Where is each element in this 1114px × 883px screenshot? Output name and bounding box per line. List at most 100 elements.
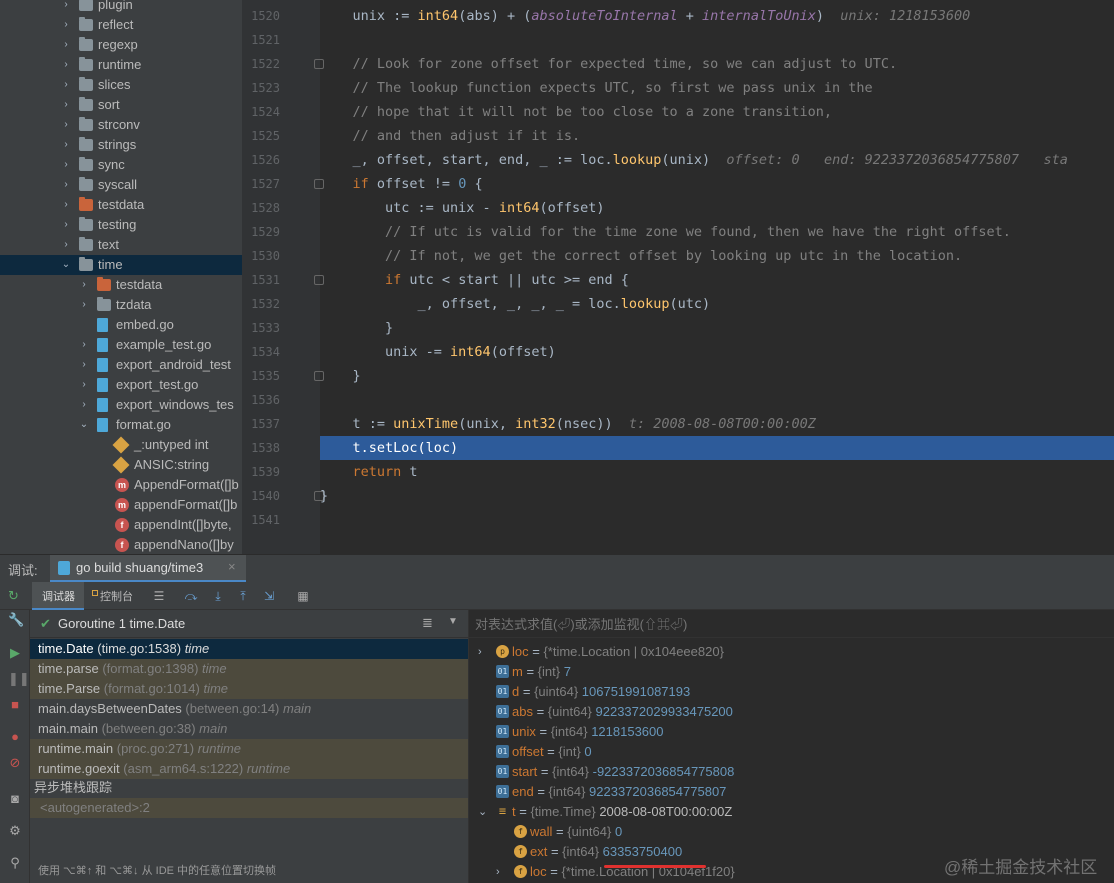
tree-item[interactable]: m AppendFormat([]b (0, 475, 242, 495)
tab-console[interactable]: 控制台 (92, 582, 142, 610)
variable-row[interactable]: 01 unix = {int64} 1218153600 (470, 722, 1110, 742)
tree-item[interactable]: ANSIC:string (0, 455, 242, 475)
close-icon[interactable]: × (228, 559, 236, 574)
variable-row[interactable]: 01 m = {int} 7 (470, 662, 1110, 682)
tab-debug-session[interactable]: go build shuang/time3 × (50, 555, 246, 582)
tree-item[interactable]: › syscall (0, 175, 242, 195)
step-over-icon[interactable]: ⤼ (184, 589, 198, 603)
code-line-1538-current[interactable]: t.setLoc(loc) (320, 436, 1114, 460)
code-line-1536[interactable] (320, 388, 1114, 412)
tree-item[interactable]: › testdata (0, 275, 242, 295)
stack-frame[interactable]: main.main (between.go:38) main (30, 719, 468, 739)
menu-icon[interactable]: ☰ (152, 589, 166, 603)
tree-item[interactable]: › export_android_test (0, 355, 242, 375)
tree-item[interactable]: › testing (0, 215, 242, 235)
tree-item[interactable]: › regexp (0, 35, 242, 55)
chevron-right-icon[interactable]: › (60, 155, 72, 175)
tree-item[interactable]: › strconv (0, 115, 242, 135)
chevron-down-icon[interactable]: ▼ (448, 616, 458, 627)
code-line-1521[interactable] (320, 28, 1114, 52)
code-line-1528[interactable]: utc := unix - int64(offset) (320, 196, 1114, 220)
code-line-1524[interactable]: // hope that it will not be too close to… (320, 100, 1114, 124)
tree-item[interactable]: ⌄ time (0, 255, 242, 275)
stack-frame[interactable]: time.Date (time.go:1538) time (30, 639, 468, 659)
stack-frame[interactable]: time.parse (format.go:1398) time (30, 659, 468, 679)
tree-item[interactable]: › export_windows_tes (0, 395, 242, 415)
code-line-1527[interactable]: if offset != 0 { (320, 172, 1114, 196)
step-into-icon[interactable]: ⤓ (211, 589, 225, 603)
camera-icon[interactable]: ◙ (8, 792, 22, 806)
tree-item[interactable]: › runtime (0, 55, 242, 75)
chevron-down-icon[interactable]: ⌄ (60, 255, 72, 275)
pause-icon[interactable]: ❚❚ (8, 672, 30, 686)
code-line-1525[interactable]: // and then adjust if it is. (320, 124, 1114, 148)
wrench-icon[interactable]: 🔧 (8, 612, 24, 628)
code-line-1520[interactable]: unix := int64(abs) + (absoluteToInternal… (320, 4, 1114, 28)
tree-item[interactable]: › slices (0, 75, 242, 95)
chevron-right-icon[interactable]: › (60, 0, 72, 15)
variable-row[interactable]: 01 start = {int64} -9223372036854775808 (470, 762, 1110, 782)
tree-item[interactable]: › reflect (0, 15, 242, 35)
step-out-icon[interactable]: ⤒ (236, 589, 250, 603)
tree-item[interactable]: › strings (0, 135, 242, 155)
chevron-down-icon[interactable]: ⌄ (78, 415, 90, 435)
chevron-right-icon[interactable]: › (78, 355, 90, 375)
autogen-frame[interactable]: <autogenerated>:2 (30, 798, 468, 818)
tree-item[interactable]: › testdata (0, 195, 242, 215)
variable-row[interactable]: 01 end = {int64} 9223372036854775807 (470, 782, 1110, 802)
tree-item[interactable]: › text (0, 235, 242, 255)
tab-debugger[interactable]: 调试器 (32, 582, 84, 610)
tree-item[interactable]: › sync (0, 155, 242, 175)
tree-item[interactable]: f appendInt([]byte, (0, 515, 242, 535)
variable-row[interactable]: f wall = {uint64} 0 (470, 822, 1110, 842)
code-line-1537[interactable]: t := unixTime(unix, int32(nsec)) t: 2008… (320, 412, 1114, 436)
tree-item[interactable]: ⌄ format.go (0, 415, 242, 435)
code-line-1534[interactable]: unix -= int64(offset) (320, 340, 1114, 364)
code-line-1526[interactable]: _, offset, start, end, _ := loc.lookup(u… (320, 148, 1114, 172)
tree-item[interactable]: › sort (0, 95, 242, 115)
code-line-1529[interactable]: // If utc is valid for the time zone we … (320, 220, 1114, 244)
stack-frame[interactable]: time.Parse (format.go:1014) time (30, 679, 468, 699)
chevron-right-icon[interactable]: › (60, 135, 72, 155)
tree-item[interactable]: › tzdata (0, 295, 242, 315)
code-line-1530[interactable]: // If not, we get the correct offset by … (320, 244, 1114, 268)
variable-row[interactable]: › p loc = {*time.Location | 0x104eee820} (470, 642, 1110, 662)
code-line-1535[interactable]: } (320, 364, 1114, 388)
code-line-1533[interactable]: } (320, 316, 1114, 340)
code-line-1523[interactable]: // The lookup function expects UTC, so f… (320, 76, 1114, 100)
chevron-right-icon[interactable]: › (60, 55, 72, 75)
code-line-1541[interactable] (320, 508, 1114, 532)
chevron-right-icon[interactable]: › (60, 15, 72, 35)
chevron-right-icon[interactable]: › (60, 95, 72, 115)
code-line-1532[interactable]: _, offset, _, _, _ = loc.lookup(utc) (320, 292, 1114, 316)
run-to-cursor-icon[interactable]: ⇲ (262, 589, 276, 603)
tree-item[interactable]: › plugin (0, 0, 242, 15)
evaluate-expression-input[interactable] (475, 614, 1095, 634)
tree-item[interactable]: › example_test.go (0, 335, 242, 355)
chevron-down-icon[interactable]: ⌄ (478, 802, 487, 822)
code-line-1540[interactable]: } (320, 484, 1114, 508)
goroutine-selector[interactable]: ✔ Goroutine 1 time.Date ≣ ▼ (30, 610, 468, 638)
chevron-right-icon[interactable]: › (60, 175, 72, 195)
stack-frame[interactable]: runtime.goexit (asm_arm64.s:1222) runtim… (30, 759, 468, 779)
chevron-right-icon[interactable]: › (478, 642, 482, 662)
resume-icon[interactable]: ▶ (8, 646, 22, 660)
stop-icon[interactable]: ■ (8, 698, 22, 712)
tree-item[interactable]: embed.go (0, 315, 242, 335)
chevron-right-icon[interactable]: › (60, 35, 72, 55)
code-line-1531[interactable]: if utc < start || utc >= end { (320, 268, 1114, 292)
chevron-right-icon[interactable]: › (78, 275, 90, 295)
variable-row[interactable]: 01 d = {uint64} 106751991087193 (470, 682, 1110, 702)
chevron-right-icon[interactable]: › (60, 75, 72, 95)
tree-item[interactable]: m appendFormat([]b (0, 495, 242, 515)
chevron-right-icon[interactable]: › (496, 862, 500, 882)
code-line-1522[interactable]: // Look for zone offset for expected tim… (320, 52, 1114, 76)
code-line-1539[interactable]: return t (320, 460, 1114, 484)
variable-row[interactable]: 01 abs = {uint64} 9223372029933475200 (470, 702, 1110, 722)
filter-icon[interactable]: ≣ (422, 615, 433, 631)
rerun-icon[interactable]: ↻ (8, 589, 22, 603)
stack-frame[interactable]: main.daysBetweenDates (between.go:14) ma… (30, 699, 468, 719)
chevron-right-icon[interactable]: › (78, 395, 90, 415)
chevron-right-icon[interactable]: › (78, 335, 90, 355)
evaluate-table-icon[interactable]: ▦ (296, 589, 310, 603)
